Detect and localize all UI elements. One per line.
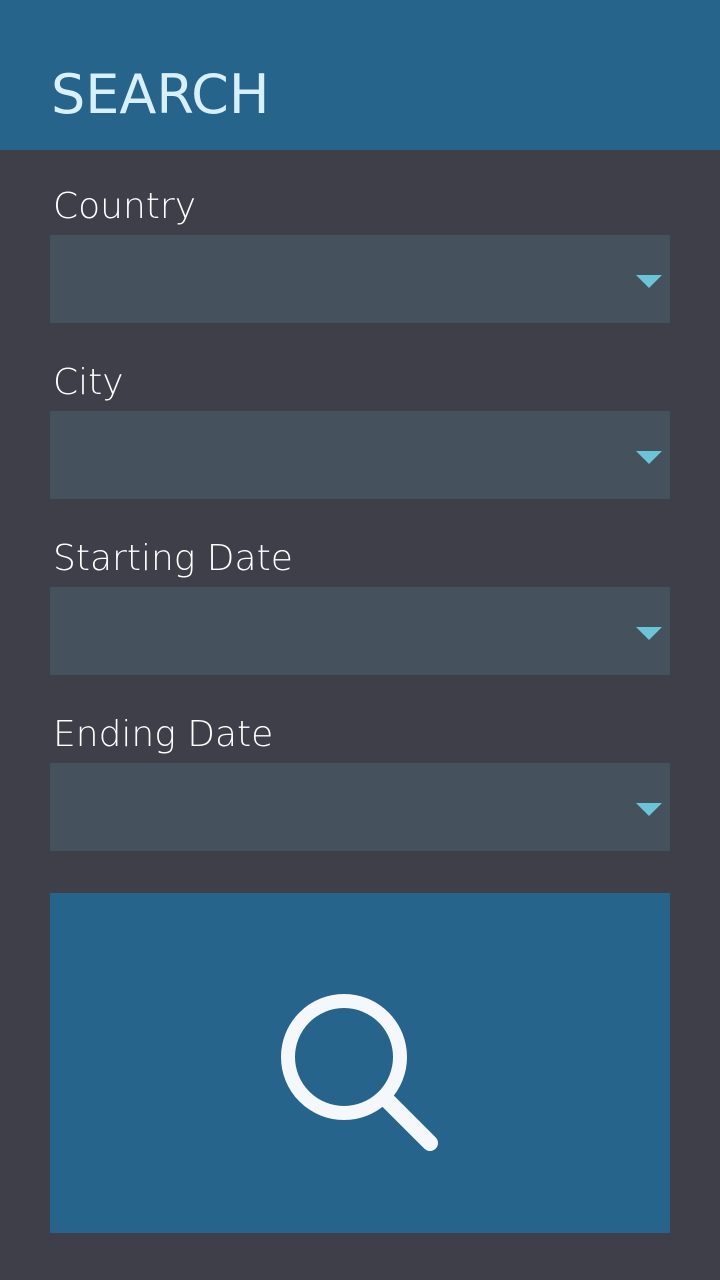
country-label: Country: [53, 186, 197, 227]
chevron-down-icon: [636, 275, 662, 288]
chevron-down-icon: [636, 627, 662, 640]
city-select[interactable]: [50, 411, 670, 499]
page-title: SEARCH: [51, 63, 270, 126]
starting-date-select[interactable]: [50, 587, 670, 675]
search-button[interactable]: [50, 893, 670, 1233]
starting-date-label: Starting Date: [53, 538, 293, 579]
city-label: City: [53, 362, 124, 403]
country-select[interactable]: [50, 235, 670, 323]
ending-date-select[interactable]: [50, 763, 670, 851]
chevron-down-icon: [636, 803, 662, 816]
search-icon: [281, 994, 438, 1151]
ending-date-label: Ending Date: [53, 714, 274, 755]
chevron-down-icon: [636, 451, 662, 464]
app-header: SEARCH: [0, 0, 720, 150]
